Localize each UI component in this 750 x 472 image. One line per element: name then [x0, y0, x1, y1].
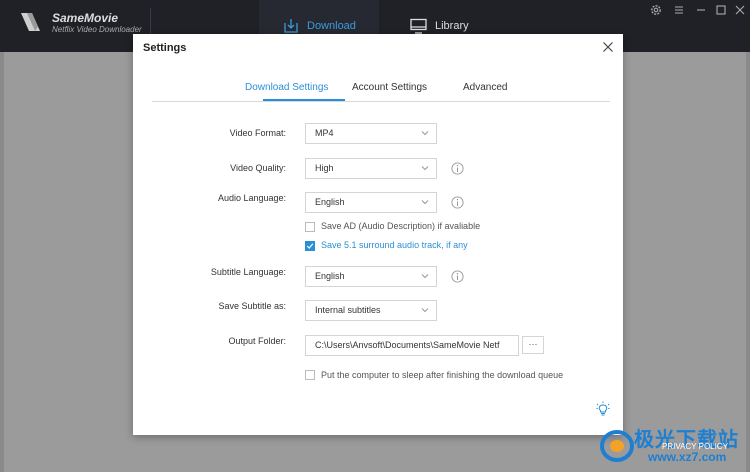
- close-icon[interactable]: [733, 3, 747, 17]
- video-format-select[interactable]: MP4: [305, 123, 437, 144]
- video-quality-label: Video Quality:: [230, 163, 286, 173]
- info-icon[interactable]: [451, 196, 464, 209]
- output-folder-label: Output Folder:: [228, 336, 286, 346]
- info-icon[interactable]: [451, 162, 464, 175]
- samemovie-logo-icon: [21, 13, 40, 31]
- gear-icon[interactable]: [649, 3, 663, 17]
- video-format-label: Video Format:: [229, 128, 286, 138]
- brand: SameMovie Netflix Video Downloader: [52, 12, 142, 35]
- video-quality-value: High: [315, 163, 334, 173]
- chevron-down-icon: [421, 274, 429, 279]
- maximize-icon[interactable]: [714, 3, 728, 17]
- brand-name: SameMovie: [52, 11, 119, 25]
- audio-language-select[interactable]: English: [305, 192, 437, 213]
- watermark-logo-icon: [600, 430, 634, 462]
- monitor-icon: [410, 18, 427, 34]
- save-ad-label: Save AD (Audio Description) if avaliable: [321, 221, 481, 231]
- save-51-checkbox[interactable]: [305, 241, 315, 251]
- nav-download-label: Download: [307, 20, 356, 32]
- settings-tabs: Download Settings Account Settings Advan…: [152, 74, 610, 102]
- subtitle-language-value: English: [315, 271, 345, 281]
- chevron-down-icon: [421, 200, 429, 205]
- menu-icon[interactable]: [672, 3, 686, 17]
- tab-download-settings[interactable]: Download Settings: [245, 82, 328, 93]
- lightbulb-icon[interactable]: [596, 401, 610, 417]
- chevron-down-icon: [421, 166, 429, 171]
- checkmark-icon: [306, 243, 314, 249]
- video-quality-select[interactable]: High: [305, 158, 437, 179]
- tab-advanced[interactable]: Advanced: [463, 82, 507, 93]
- dialog-close-icon[interactable]: [601, 40, 615, 54]
- watermark-url: www.xz7.com: [648, 450, 727, 464]
- active-tab-indicator: [263, 99, 345, 101]
- minimize-icon[interactable]: [694, 3, 708, 17]
- brand-subtitle: Netflix Video Downloader: [52, 25, 142, 34]
- save-subtitle-value: Internal subtitles: [315, 305, 381, 315]
- settings-dialog: Settings Download Settings Account Setti…: [133, 34, 623, 435]
- save-subtitle-select[interactable]: Internal subtitles: [305, 300, 437, 321]
- watermark: 极光下载站 PRIVACY POLICY www.xz7.com: [598, 420, 748, 472]
- subtitle-language-select[interactable]: English: [305, 266, 437, 287]
- info-icon[interactable]: [451, 270, 464, 283]
- dialog-title: Settings: [143, 42, 187, 54]
- chevron-down-icon: [421, 131, 429, 136]
- save-ad-checkbox[interactable]: [305, 222, 315, 232]
- nav-library[interactable]: Library: [410, 16, 469, 36]
- save-51-label: Save 5.1 surround audio track, if any: [321, 240, 468, 250]
- nav-download[interactable]: Download: [283, 16, 356, 36]
- nav-library-label: Library: [435, 20, 469, 32]
- tab-account-settings[interactable]: Account Settings: [352, 82, 427, 93]
- sleep-checkbox[interactable]: [305, 370, 315, 380]
- save-subtitle-label: Save Subtitle as:: [218, 301, 286, 311]
- download-icon: [284, 19, 298, 33]
- audio-language-value: English: [315, 197, 345, 207]
- video-format-value: MP4: [315, 128, 334, 138]
- browse-folder-button[interactable]: ···: [522, 336, 544, 354]
- subtitle-language-label: Subtitle Language:: [210, 267, 286, 277]
- output-folder-input[interactable]: C:\Users\Anvsoft\Documents\SameMovie Net…: [305, 335, 519, 356]
- sleep-label: Put the computer to sleep after finishin…: [321, 370, 564, 380]
- chevron-down-icon: [421, 308, 429, 313]
- audio-language-label: Audio Language:: [217, 193, 286, 203]
